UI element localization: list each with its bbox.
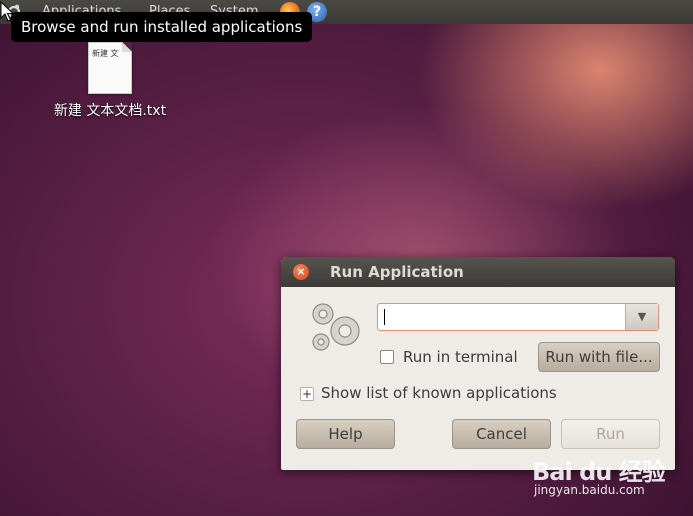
watermark-url: jingyan.baidu.com	[534, 483, 645, 497]
close-icon[interactable]: ×	[293, 264, 309, 280]
tooltip: Browse and run installed applications	[11, 12, 313, 42]
command-input[interactable]	[380, 306, 628, 328]
text-caret	[384, 309, 385, 325]
baidu-watermark: Bai du 经验 jingyan.baidu.com	[532, 452, 692, 502]
file-preview-text: 新建 文	[92, 49, 119, 58]
help-button[interactable]: Help	[296, 419, 395, 449]
command-combobox[interactable]: ▼	[377, 303, 659, 331]
expander-plus-icon[interactable]: +	[300, 387, 314, 401]
run-application-dialog: × Run Application ▼ Run in terminal Run …	[281, 257, 675, 470]
run-with-file-button[interactable]: Run with file...	[538, 342, 660, 372]
desktop-file[interactable]: 新建 文 新建 文本文档.txt	[40, 42, 180, 120]
dialog-titlebar[interactable]: × Run Application	[281, 257, 675, 287]
dialog-title: Run Application	[330, 263, 464, 281]
show-list-expander[interactable]: Show list of known applications	[321, 384, 557, 402]
dropdown-arrow-icon[interactable]: ▼	[625, 304, 658, 330]
gears-icon	[312, 303, 360, 351]
run-in-terminal-label[interactable]: Run in terminal	[403, 348, 518, 366]
file-label[interactable]: 新建 文本文档.txt	[40, 100, 180, 120]
cancel-button[interactable]: Cancel	[452, 419, 551, 449]
run-button[interactable]: Run	[561, 419, 660, 449]
run-in-terminal-checkbox[interactable]	[380, 350, 394, 364]
watermark-logo: Bai du 经验	[532, 458, 666, 486]
text-file-icon[interactable]: 新建 文	[88, 42, 132, 94]
